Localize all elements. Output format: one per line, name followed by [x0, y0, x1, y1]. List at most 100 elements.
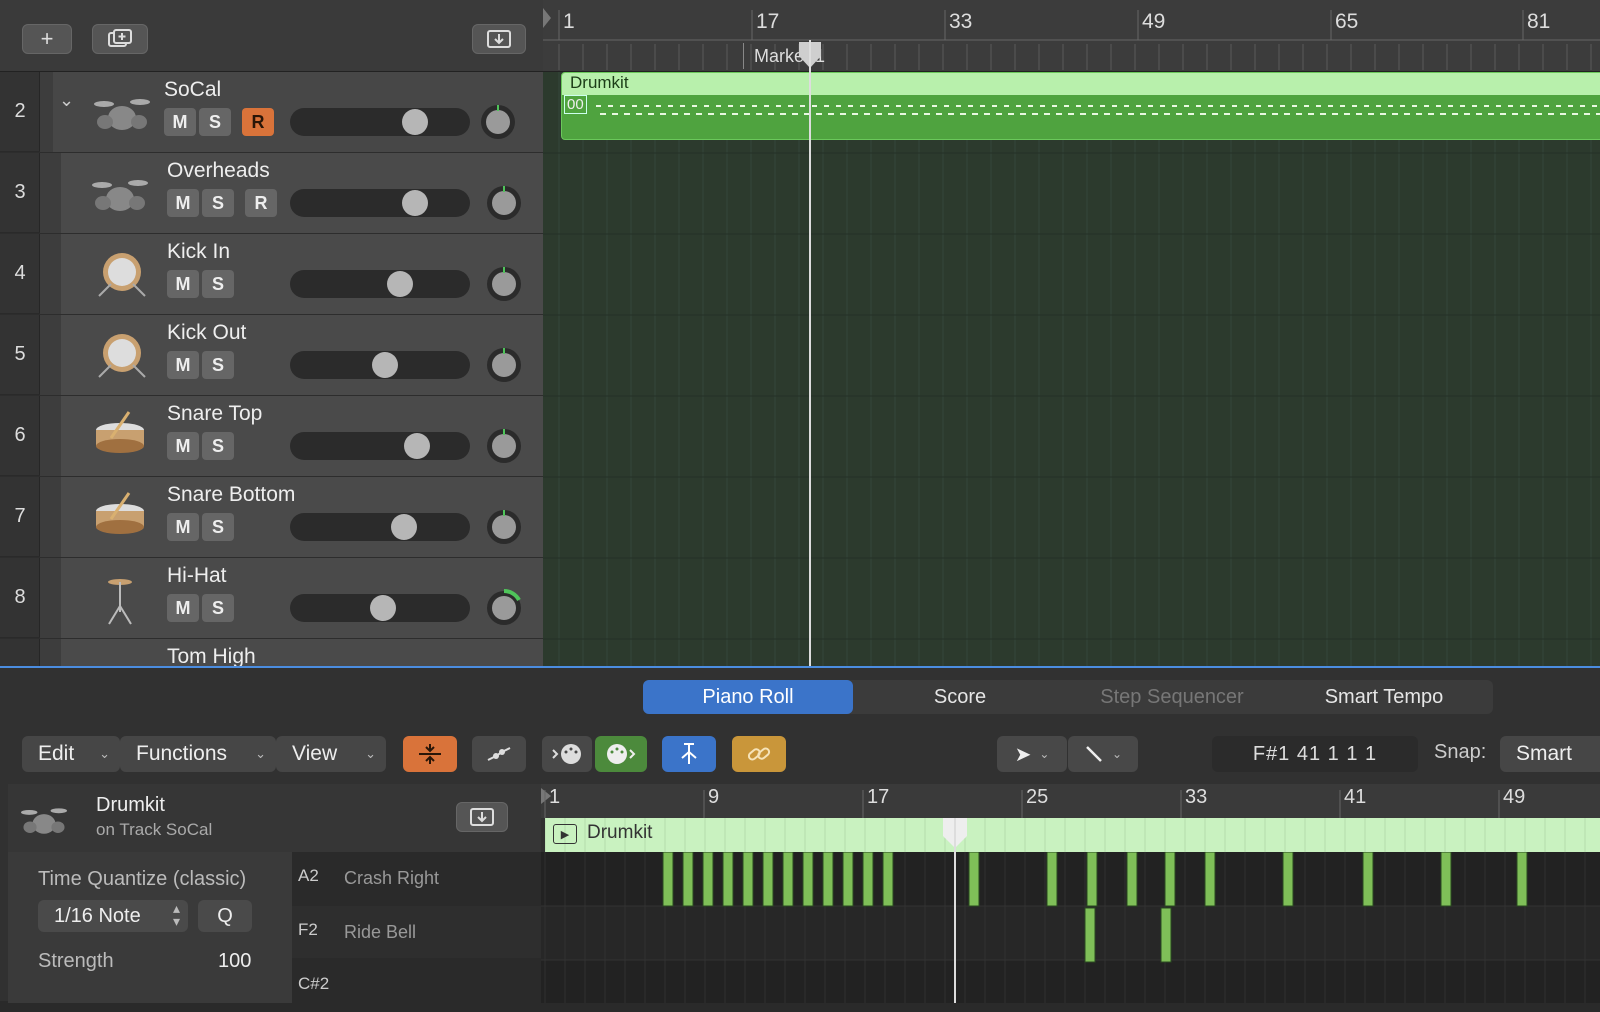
- edit-menu[interactable]: Edit ⌄: [22, 736, 120, 772]
- pan-knob[interactable]: [484, 426, 524, 466]
- arrange-ruler[interactable]: 1 17 33 49 65 81 Marker 1: [543, 0, 1600, 72]
- fader-knob[interactable]: [402, 109, 428, 135]
- solo-button[interactable]: S: [202, 351, 234, 379]
- strength-value[interactable]: 100: [218, 950, 251, 973]
- pan-knob[interactable]: [484, 507, 524, 547]
- volume-fader[interactable]: [290, 108, 470, 136]
- fader-knob[interactable]: [404, 433, 430, 459]
- midi-note: [682, 852, 694, 907]
- midi-out-button[interactable]: [595, 736, 647, 772]
- solo-button[interactable]: S: [199, 108, 231, 136]
- snap-select[interactable]: Smart: [1500, 736, 1600, 772]
- playhead[interactable]: [809, 40, 811, 666]
- catch-playhead-button[interactable]: [662, 736, 716, 772]
- quantize-select[interactable]: 1/16 Note ▴ ▾: [38, 900, 188, 932]
- mute-button[interactable]: M: [167, 351, 199, 379]
- mute-button[interactable]: M: [164, 108, 196, 136]
- midi-event: [824, 105, 829, 107]
- key-row[interactable]: F2 Ride Bell: [292, 906, 541, 958]
- midi-event: [632, 105, 637, 107]
- track-kick-in[interactable]: 4 Kick In M S: [0, 234, 543, 315]
- collapse-mode-button[interactable]: [403, 736, 457, 772]
- drumkit-icon: [21, 808, 67, 834]
- fader-knob[interactable]: [391, 514, 417, 540]
- catch-track-button[interactable]: [472, 24, 526, 54]
- pr-ruler-bar-41: 41: [1344, 786, 1367, 808]
- fader-knob[interactable]: [370, 595, 396, 621]
- volume-fader[interactable]: [290, 351, 470, 379]
- mute-button[interactable]: M: [167, 594, 199, 622]
- midi-event: [1380, 113, 1386, 115]
- midi-in-button[interactable]: [542, 736, 592, 772]
- duplicate-track-button[interactable]: [92, 24, 148, 54]
- view-menu[interactable]: View ⌄: [276, 736, 386, 772]
- midi-event: [1488, 113, 1494, 115]
- tab-smart-tempo[interactable]: Smart Tempo: [1279, 680, 1489, 714]
- piano-roll-ruler[interactable]: 1 9 17 25 33 41 49: [541, 784, 1600, 818]
- midi-event: [672, 113, 678, 115]
- record-enable-button[interactable]: R: [245, 189, 277, 217]
- chevron-down-icon: ⌄: [365, 746, 376, 761]
- piano-roll-grid[interactable]: [541, 852, 1600, 1003]
- fader-knob[interactable]: [402, 190, 428, 216]
- piano-roll-region-bar[interactable]: ▶ Drumkit: [545, 818, 1600, 852]
- fader-knob[interactable]: [387, 271, 413, 297]
- drumkit-region[interactable]: Drumkit 00: [561, 72, 1600, 140]
- solo-button[interactable]: S: [202, 594, 234, 622]
- volume-fader[interactable]: [290, 594, 470, 622]
- track-kick-out[interactable]: 5 Kick Out M S: [0, 315, 543, 396]
- key-row[interactable]: A2 Crash Right: [292, 852, 541, 904]
- catch-content-button[interactable]: [456, 802, 508, 832]
- midi-event: [1404, 113, 1410, 115]
- arrange-area[interactable]: Drumkit 00: [543, 72, 1600, 666]
- midi-event: [1500, 113, 1506, 115]
- mute-button[interactable]: M: [167, 189, 199, 217]
- pan-knob[interactable]: [484, 264, 524, 304]
- quantize-button[interactable]: Q: [198, 900, 252, 932]
- pencil-tool-menu[interactable]: ⌄: [1068, 736, 1138, 772]
- pan-knob[interactable]: [478, 102, 518, 142]
- solo-button[interactable]: S: [202, 432, 234, 460]
- add-track-button[interactable]: +: [22, 24, 72, 54]
- track-socal[interactable]: 2 ⌄ SoCal M S R: [0, 72, 543, 153]
- solo-button[interactable]: S: [202, 189, 234, 217]
- tab-step-sequencer[interactable]: Step Sequencer: [1067, 680, 1277, 714]
- midi-event: [1520, 105, 1525, 107]
- tab-score[interactable]: Score: [855, 680, 1065, 714]
- solo-button[interactable]: S: [202, 270, 234, 298]
- pan-knob[interactable]: [484, 588, 524, 628]
- play-region-icon[interactable]: ▶: [553, 824, 577, 844]
- track-tom-high[interactable]: 9 Tom High: [0, 639, 543, 666]
- track-name: Overheads: [167, 159, 270, 182]
- mute-button[interactable]: M: [167, 432, 199, 460]
- track-snare-top[interactable]: 6 Snare Top M S: [0, 396, 543, 477]
- fader-knob[interactable]: [372, 352, 398, 378]
- link-button[interactable]: [732, 736, 786, 772]
- pan-knob[interactable]: [484, 345, 524, 385]
- pan-knob[interactable]: [484, 183, 524, 223]
- stepper-arrows-icon: ▴ ▾: [172, 900, 180, 929]
- functions-menu[interactable]: Functions ⌄: [120, 736, 276, 772]
- mute-button[interactable]: M: [167, 270, 199, 298]
- volume-fader[interactable]: [290, 189, 470, 217]
- track-snare-bottom[interactable]: 7 Snare Bottom M S: [0, 477, 543, 558]
- record-enable-button[interactable]: R: [242, 108, 274, 136]
- solo-button[interactable]: S: [202, 513, 234, 541]
- midi-event: [1272, 113, 1278, 115]
- midi-event: [1356, 113, 1362, 115]
- pointer-tool-menu[interactable]: ➤ ⌄: [997, 736, 1067, 772]
- key-row[interactable]: C#2: [292, 960, 541, 1012]
- pr-ruler-bar-17: 17: [867, 786, 890, 808]
- volume-fader[interactable]: [290, 270, 470, 298]
- midi-event: [692, 105, 697, 107]
- track-number: 7: [0, 477, 40, 557]
- track-hi-hat[interactable]: 8 Hi-Hat M S: [0, 558, 543, 639]
- volume-fader[interactable]: [290, 513, 470, 541]
- automation-button[interactable]: [472, 736, 526, 772]
- editor-playhead[interactable]: [954, 818, 956, 1003]
- mute-button[interactable]: M: [167, 513, 199, 541]
- track-overheads[interactable]: 3 Overheads M S R: [0, 153, 543, 234]
- tab-piano-roll[interactable]: Piano Roll: [643, 680, 853, 714]
- volume-fader[interactable]: [290, 432, 470, 460]
- disclosure-chevron-icon[interactable]: ⌄: [59, 90, 74, 111]
